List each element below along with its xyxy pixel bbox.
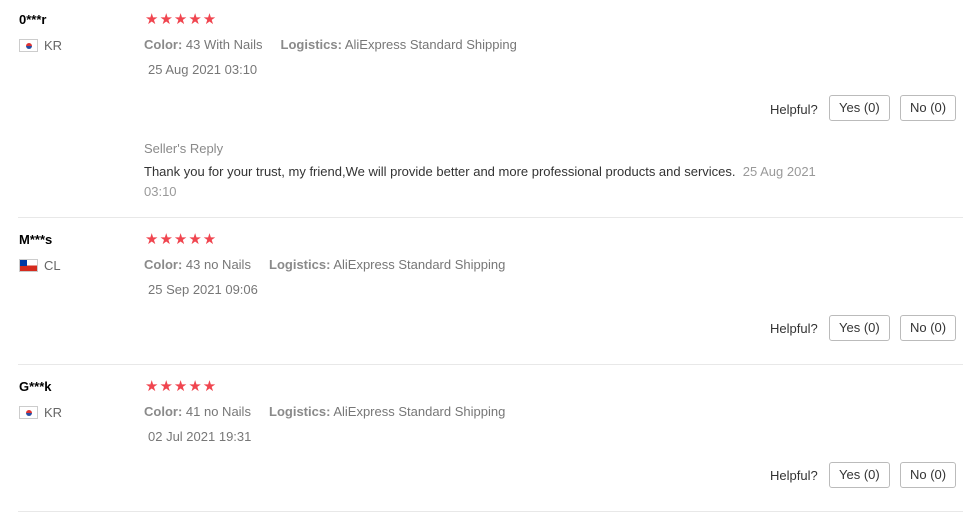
helpful-yes-button[interactable]: Yes (0) bbox=[829, 315, 890, 341]
color-label: Color: bbox=[144, 257, 183, 272]
country-code: CL bbox=[44, 258, 61, 273]
reviewer-name: 0***r bbox=[19, 12, 47, 27]
reviewer-country: CL bbox=[19, 258, 61, 273]
reviewer-name: G***k bbox=[19, 379, 52, 394]
helpful-yes-button[interactable]: Yes (0) bbox=[829, 462, 890, 488]
reviewer-country: KR bbox=[19, 405, 62, 420]
logistics-label: Logistics: bbox=[269, 404, 331, 419]
kr-flag-icon bbox=[19, 39, 38, 52]
review-date: 25 Aug 2021 03:10 bbox=[148, 62, 258, 77]
country-code: KR bbox=[44, 405, 63, 420]
color-label: Color: bbox=[144, 37, 183, 52]
divider bbox=[18, 217, 963, 218]
helpful-label: Helpful? bbox=[770, 468, 818, 483]
logistics-value: AliExpress Standard Shipping bbox=[344, 37, 517, 52]
seller-reply-text: Thank you for your trust, my friend,We w… bbox=[144, 164, 736, 179]
logistics-value: AliExpress Standard Shipping bbox=[333, 404, 506, 419]
seller-reply-title: Seller's Reply bbox=[144, 141, 224, 156]
logistics-value: AliExpress Standard Shipping bbox=[333, 257, 506, 272]
logistics-label: Logistics: bbox=[280, 37, 342, 52]
helpful-no-button[interactable]: No (0) bbox=[900, 462, 957, 488]
review-date: 25 Sep 2021 09:06 bbox=[148, 282, 258, 297]
kr-flag-icon bbox=[19, 406, 38, 419]
color-value: 43 With Nails bbox=[185, 37, 263, 52]
reviewer-country: KR bbox=[19, 38, 62, 53]
star-rating: ★★★★★ bbox=[145, 378, 218, 395]
review-attributes: Color: 43 no Nails Logistics: AliExpress… bbox=[144, 257, 505, 272]
helpful-yes-button[interactable]: Yes (0) bbox=[829, 95, 890, 121]
review-date: 02 Jul 2021 19:31 bbox=[148, 429, 252, 444]
helpful-label: Helpful? bbox=[770, 102, 818, 117]
helpful-no-button[interactable]: No (0) bbox=[900, 315, 957, 341]
seller-reply: Thank you for your trust, my friend,We w… bbox=[144, 162, 834, 202]
color-value: 43 no Nails bbox=[185, 257, 251, 272]
color-label: Color: bbox=[144, 404, 183, 419]
helpful-no-button[interactable]: No (0) bbox=[900, 95, 957, 121]
star-rating: ★★★★★ bbox=[145, 11, 218, 28]
cl-flag-icon bbox=[19, 259, 38, 272]
color-value: 41 no Nails bbox=[185, 404, 251, 419]
helpful-label: Helpful? bbox=[770, 321, 818, 336]
divider bbox=[18, 511, 963, 512]
star-rating: ★★★★★ bbox=[145, 231, 218, 248]
logistics-label: Logistics: bbox=[269, 257, 331, 272]
review-attributes: Color: 43 With Nails Logistics: AliExpre… bbox=[144, 37, 517, 52]
divider bbox=[18, 364, 963, 365]
country-code: KR bbox=[44, 38, 63, 53]
review-attributes: Color: 41 no Nails Logistics: AliExpress… bbox=[144, 404, 505, 419]
reviewer-name: M***s bbox=[19, 232, 53, 247]
